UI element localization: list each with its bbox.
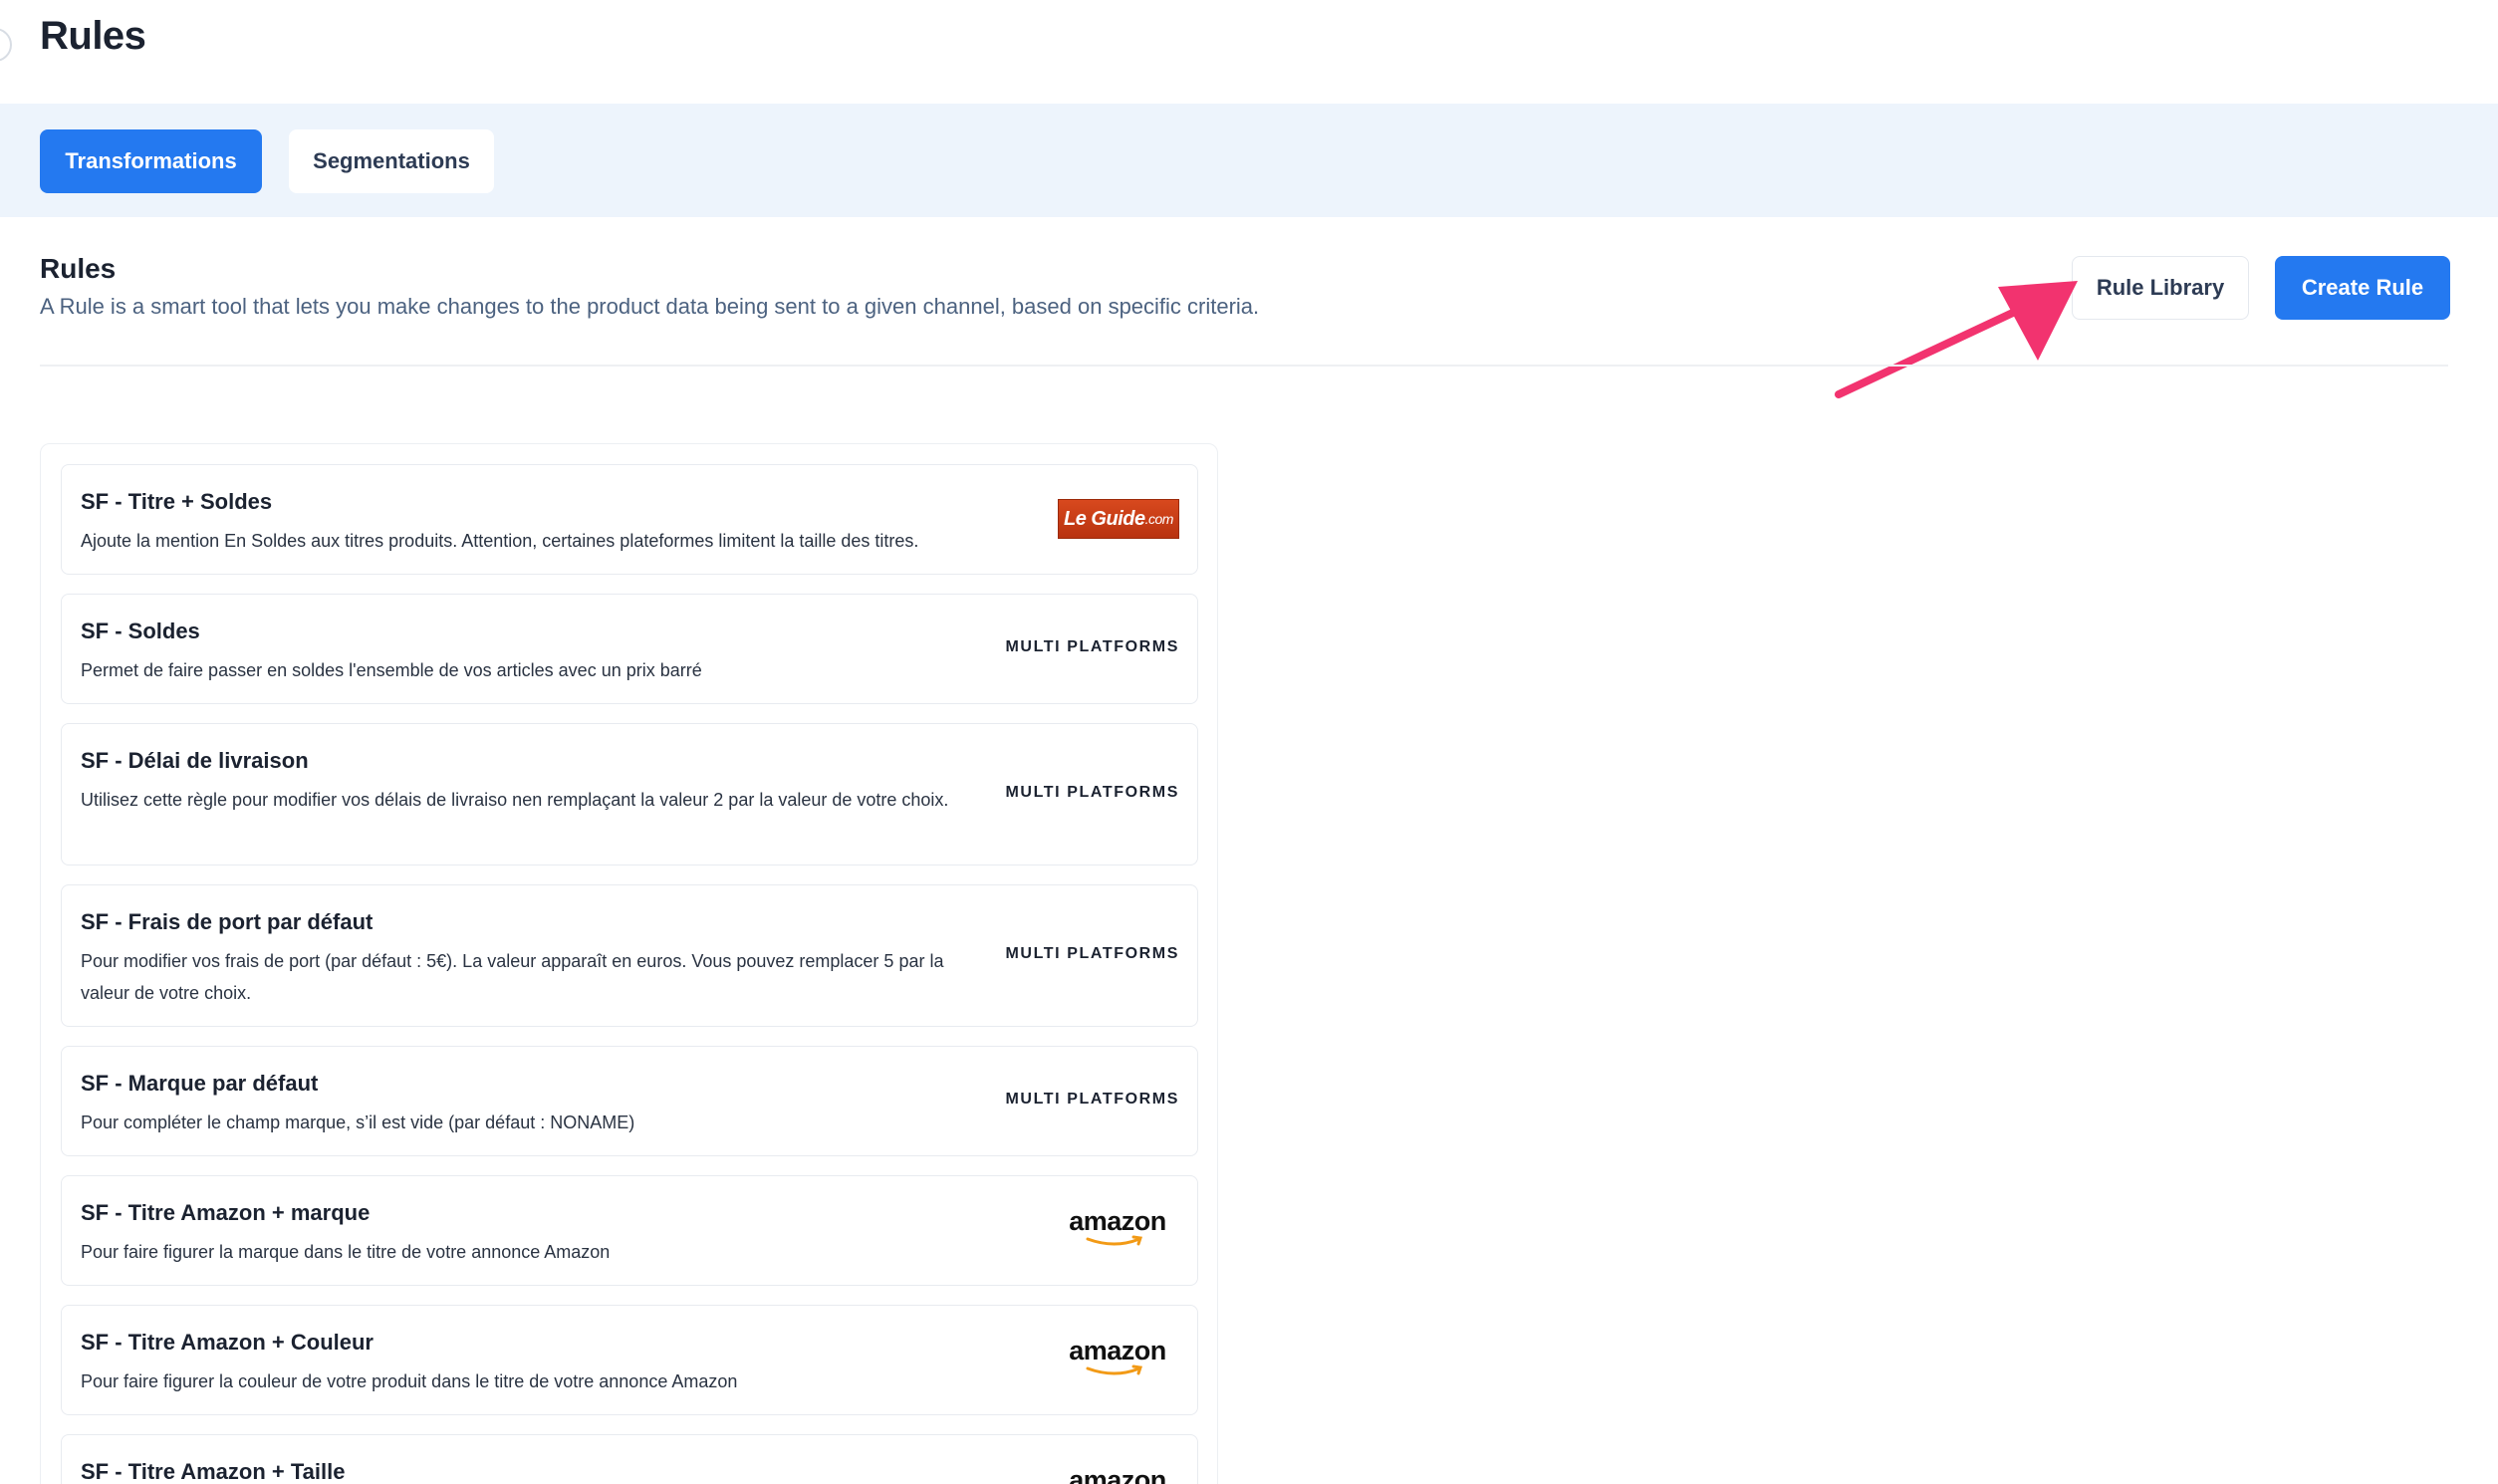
tab-segmentations[interactable]: Segmentations [289, 129, 494, 193]
platform-label: MULTI PLATFORMS [1005, 945, 1179, 962]
section-divider [40, 365, 2448, 367]
rule-card-frais-port[interactable]: SF - Frais de port par défaut Pour modif… [61, 884, 1198, 1027]
section-description: A Rule is a smart tool that lets you mak… [40, 294, 1260, 319]
leguide-logo-icon: Le Guide .com [1058, 499, 1179, 539]
rules-list: SF - Titre + Soldes Ajoute la mention En… [40, 443, 1218, 1484]
amazon-logo-icon: amazon [1068, 1206, 1167, 1250]
platform-label: MULTI PLATFORMS [1005, 1091, 1179, 1108]
rule-name: SF - Titre Amazon + marque [81, 1200, 371, 1225]
rule-description: Permet de faire passer en soldes l'ensem… [81, 660, 702, 680]
amazon-logo-icon: amazon [1069, 1465, 1166, 1484]
rule-name: SF - Titre Amazon + Taille [81, 1459, 346, 1484]
rule-name: SF - Titre Amazon + Couleur [81, 1330, 374, 1355]
rule-description: Pour faire figurer la marque dans le tit… [81, 1242, 611, 1262]
rule-description: Ajoute la mention En Soldes aux titres p… [81, 531, 919, 551]
rule-description: Pour faire figurer la couleur de votre p… [81, 1371, 738, 1391]
rule-card-delai-livraison[interactable]: SF - Délai de livraison Utilisez cette r… [61, 723, 1198, 866]
rule-card-titre-soldes[interactable]: SF - Titre + Soldes Ajoute la mention En… [61, 464, 1198, 575]
platform-label: MULTI PLATFORMS [1005, 638, 1179, 655]
rule-card-marque-defaut[interactable]: SF - Marque par défaut Pour compléter le… [61, 1046, 1198, 1156]
rule-library-button[interactable]: Rule Library [2072, 256, 2249, 320]
rule-name: SF - Soldes [81, 618, 200, 643]
rule-name: SF - Titre + Soldes [81, 489, 273, 514]
tabs-bar: Transformations Segmentations [0, 104, 2498, 217]
rule-card-amazon-couleur[interactable]: SF - Titre Amazon + Couleur Pour faire f… [61, 1305, 1198, 1415]
rule-description: Pour compléter le champ marque, s’il est… [81, 1113, 635, 1132]
rule-card-amazon-taille[interactable]: SF - Titre Amazon + Taille amazon [61, 1434, 1198, 1484]
rule-name: SF - Délai de livraison [81, 748, 309, 773]
rule-name: SF - Frais de port par défaut [81, 909, 374, 934]
back-button[interactable] [0, 28, 12, 62]
section-title: Rules [40, 253, 117, 284]
annotation-arrow [1835, 281, 2078, 398]
page-title: Rules [40, 14, 146, 58]
rules-page: Rules Transformations Segmentations Rule… [0, 0, 2498, 1484]
amazon-logo-icon: amazon [1068, 1336, 1167, 1379]
rule-description: Pour modifier vos frais de port (par déf… [81, 951, 944, 1003]
platform-label: MULTI PLATFORMS [1005, 784, 1179, 801]
rule-name: SF - Marque par défaut [81, 1071, 319, 1096]
rule-card-soldes[interactable]: SF - Soldes Permet de faire passer en so… [61, 594, 1198, 704]
rule-card-amazon-marque[interactable]: SF - Titre Amazon + marque Pour faire fi… [61, 1175, 1198, 1286]
rule-description: Utilisez cette règle pour modifier vos d… [81, 790, 949, 810]
tab-transformations[interactable]: Transformations [40, 129, 262, 193]
create-rule-button[interactable]: Create Rule [2275, 256, 2450, 320]
